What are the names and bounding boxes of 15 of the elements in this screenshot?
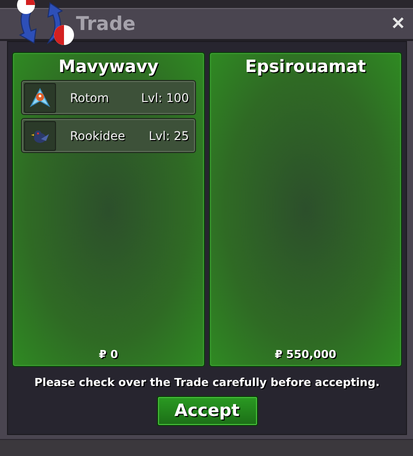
trainer-name: Mavywavy [58, 57, 160, 77]
pokemon-level: Lvl: 100 [141, 90, 189, 104]
money-amount: ₽ 550,000 [274, 348, 338, 361]
pokemon-level: Lvl: 25 [148, 128, 189, 142]
trainer-name: Epsirouamat [244, 57, 367, 77]
electric-creature-icon [28, 86, 52, 110]
pokemon-slot[interactable]: Rookidee Lvl: 25 [21, 118, 196, 153]
money-amount: ₽ 0 [98, 348, 120, 361]
pokemon-name: Rotom [70, 90, 110, 104]
close-button[interactable]: ✕ [389, 14, 407, 34]
accept-button[interactable]: Accept [156, 396, 258, 426]
window-title: Trade [76, 13, 137, 35]
trade-notice: Please check over the Trade carefully before accepting. [34, 376, 380, 389]
pokemon-name: Rookidee [70, 128, 126, 142]
pokemon-slot[interactable]: Rotom Lvl: 100 [21, 80, 196, 115]
